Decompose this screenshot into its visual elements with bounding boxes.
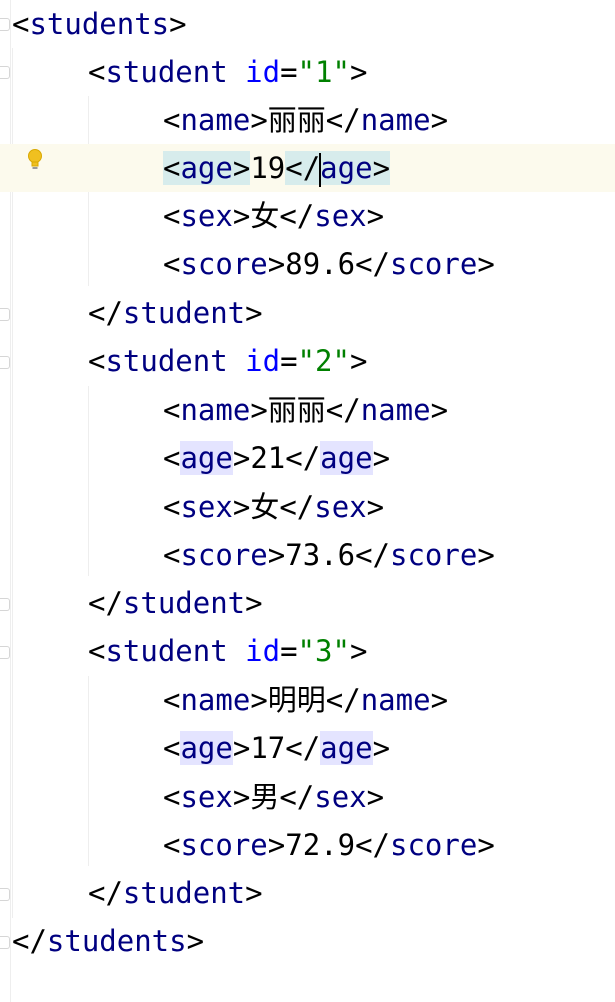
tag-name: age [320,441,373,475]
code-line[interactable]: <score>73.6</score> [0,531,615,579]
tag-name: score [180,247,268,281]
tag-name: student [122,876,246,910]
element-text: 21 [250,441,286,475]
element-text: 丽丽 [267,103,326,137]
tag-bracket: < [88,55,106,89]
element-text: 72.9 [285,828,356,862]
tag-name: score [180,828,268,862]
element-text: 丽丽 [267,393,326,427]
tag-name: name [180,103,251,137]
tag-name: age [180,151,233,185]
tag-name: name [180,393,251,427]
tag-name: name [360,103,431,137]
code-line[interactable]: </students> [0,917,615,965]
code-line[interactable]: <student id="1"> [0,48,615,96]
tag-name: score [390,828,478,862]
tag-name: student [105,344,228,378]
code-line[interactable]: <score>72.9</score> [0,821,615,869]
tag-name: student [105,55,228,89]
tag-name: student [105,634,228,668]
tag-bracket: > [349,55,368,89]
tag-bracket: > [169,7,187,41]
tag-name: sex [314,199,367,233]
code-line[interactable]: <age>21</age> [0,434,615,482]
tag-name: age [320,731,373,765]
code-line[interactable]: </student> [0,579,615,627]
tag-name: student [122,586,246,620]
code-line[interactable]: <student id="3"> [0,627,615,675]
code-line[interactable]: <age>17</age> [0,724,615,772]
attribute-name: id [245,55,281,89]
code-line[interactable]: <sex>女</sex> [0,483,615,531]
tag-name: score [390,538,478,572]
element-text: 明明 [267,683,326,717]
code-line[interactable]: <name>丽丽</name> [0,96,615,144]
tag-name: name [360,393,431,427]
tag-name: sex [314,780,367,814]
code-line[interactable]: <sex>女</sex> [0,192,615,240]
attribute-name: id [245,344,281,378]
attribute-value: "1" [297,55,350,89]
tag-name: age [320,151,373,185]
tag-name: sex [314,490,367,524]
tag-name: name [180,683,251,717]
code-line[interactable]: </student> [0,289,615,337]
code-line[interactable]: <name>明明</name> [0,676,615,724]
tag-name: name [360,683,431,717]
tag-name: age [180,441,233,475]
element-text: 19 [250,151,286,185]
tag-name: age [180,731,233,765]
tag-name: students [29,7,170,41]
element-text: 女 [250,490,280,524]
code-line[interactable]: <sex>男</sex> [0,773,615,821]
element-text: 17 [250,731,286,765]
tag-name: sex [180,490,233,524]
lightbulb-icon[interactable] [26,148,44,174]
element-text: 女 [250,199,280,233]
attribute-name: id [245,634,281,668]
tag-name: sex [180,780,233,814]
code-line[interactable]: <name>丽丽</name> [0,386,615,434]
attribute-value: "2" [297,344,350,378]
code-line[interactable]: </student> [0,869,615,917]
attribute-value: "3" [297,634,350,668]
tag-name: sex [180,199,233,233]
current-code-line[interactable]: <age>19</age> [0,144,615,192]
tag-name: student [122,296,246,330]
code-line[interactable]: <student id="2"> [0,337,615,385]
tag-name: score [180,538,268,572]
code-line[interactable]: <students> [0,0,615,48]
code-editor[interactable]: <students> <student id="1"> <name>丽丽</na… [0,0,615,1002]
element-text: 73.6 [285,538,356,572]
tag-name: students [46,924,187,958]
element-text: 男 [250,780,280,814]
code-line[interactable]: <score>89.6</score> [0,240,615,288]
tag-bracket: < [12,7,30,41]
tag-name: score [390,247,478,281]
element-text: 89.6 [285,247,356,281]
